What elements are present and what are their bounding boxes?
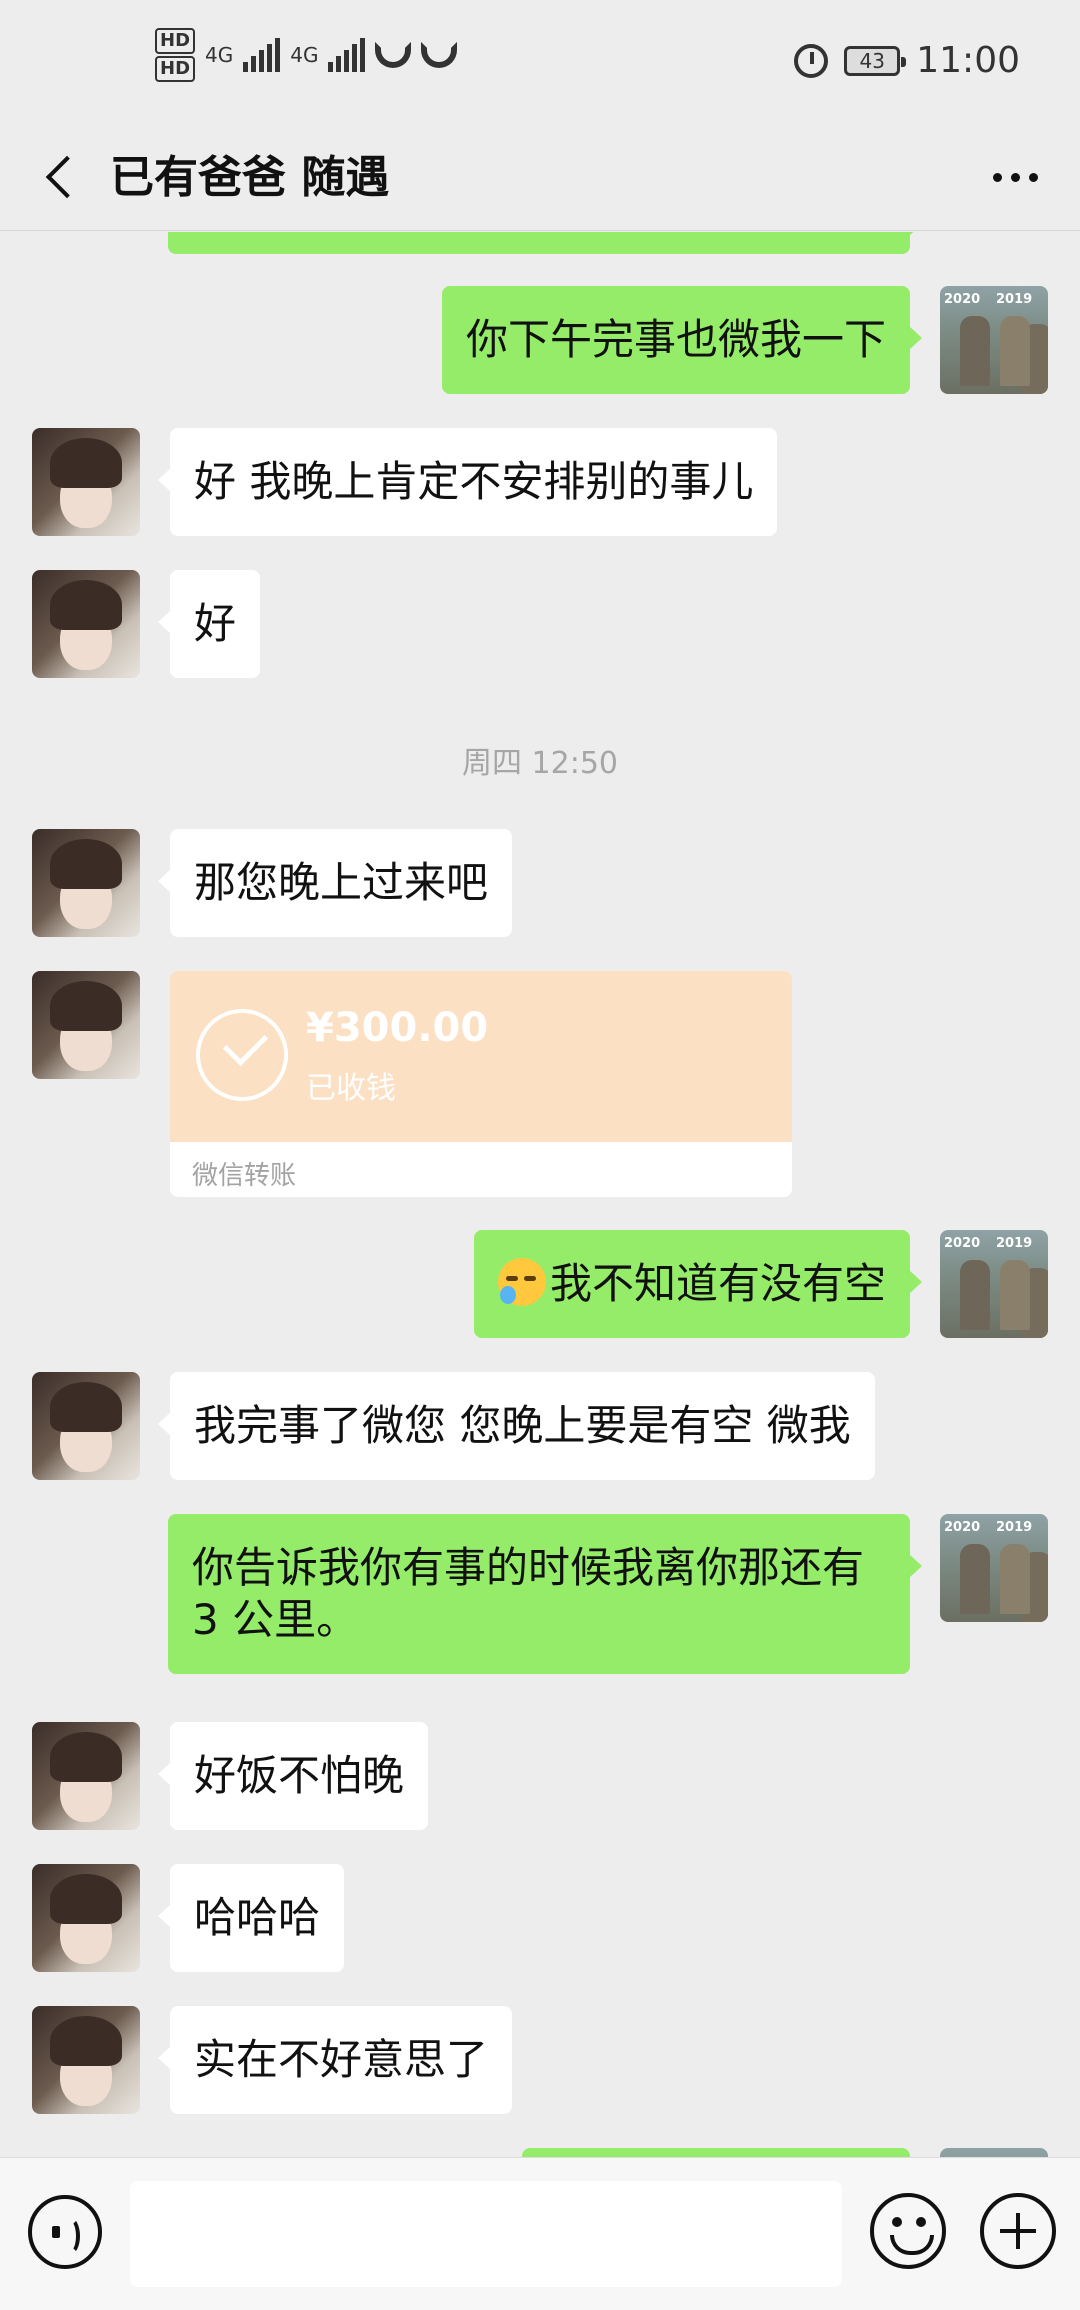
contact-avatar[interactable] (32, 2006, 140, 2114)
transfer-footer: 微信转账 (192, 1161, 297, 1191)
chat-title: 已有爸爸 随遇 (110, 152, 390, 203)
avatar-label: 2019 (996, 292, 1033, 307)
message-text: 好 我晚上肯定不安排别的事儿 (194, 457, 754, 506)
avatar-label: 2019 (996, 1236, 1033, 1251)
clock: 11:00 (916, 40, 1020, 81)
message-bubble-partial (522, 2148, 910, 2157)
transfer-status: 已收钱 (306, 1071, 396, 1106)
back-icon[interactable] (32, 147, 92, 207)
message-text: 你下午完事也微我一下 (465, 315, 886, 364)
voice-input-icon[interactable] (28, 2195, 102, 2269)
input-bar (0, 2157, 1080, 2310)
my-avatar[interactable] (940, 2148, 1048, 2157)
contact-avatar[interactable] (32, 1722, 140, 1830)
signal-icon (328, 38, 366, 72)
message-bubble[interactable]: 实在不好意思了 (157, 2006, 513, 2114)
status-left: HD HD 4G 4G (155, 28, 458, 82)
contact-avatar[interactable] (32, 570, 140, 678)
avatar-label: 2020 (944, 292, 981, 307)
emoji-icon[interactable] (870, 2193, 946, 2269)
message-bubble[interactable]: 那您晚上过来吧 (157, 829, 513, 937)
message-text: 哈哈哈 (194, 1893, 321, 1942)
network-type: 4G (290, 43, 319, 67)
hd-indicators: HD HD (155, 28, 196, 82)
avatar-label: 2020 (944, 1520, 981, 1535)
message-text: 好饭不怕晚 (194, 1751, 405, 1800)
message-bubble[interactable]: 我完事了微您 您晚上要是有空 微我 (158, 1372, 875, 1480)
message-text: 实在不好意思了 (194, 2035, 489, 2084)
message-bubble[interactable]: 你告诉我你有事的时候我离你那还有 3 公里。 (168, 1514, 922, 1674)
battery-icon: 43 (844, 45, 907, 76)
avatar-label: 2020 (944, 1236, 981, 1251)
hd-icon: HD (155, 28, 196, 54)
signal-icon (243, 38, 281, 72)
battery-level: 43 (859, 48, 885, 73)
my-avatar[interactable]: 2020 2019 (940, 1230, 1048, 1338)
message-bubble[interactable]: 好 我晚上肯定不安排别的事儿 (157, 428, 778, 536)
message-bubble[interactable]: 好 (157, 570, 261, 678)
status-bar: HD HD 4G 4G 43 11:00 (0, 0, 1080, 125)
transfer-card-body: ¥300.00 已收钱 (170, 971, 792, 1142)
message-bubble[interactable]: 好饭不怕晚 (157, 1722, 429, 1830)
chat-header: 已有爸爸 随遇 (0, 125, 1080, 231)
message-text: 好 (194, 599, 237, 648)
message-input[interactable] (130, 2181, 842, 2287)
message-timestamp: 周四 12:50 (462, 746, 618, 781)
message-text: 那您晚上过来吧 (194, 858, 489, 907)
contact-avatar[interactable] (32, 1864, 140, 1972)
message-bubble[interactable]: 我不知道有没有空 (473, 1230, 923, 1338)
more-options-icon[interactable] (980, 147, 1050, 207)
my-avatar[interactable]: 2020 2019 (940, 286, 1048, 394)
crying-laughing-emoji-icon (497, 1258, 546, 1306)
message-text: 我不知道有没有空 (549, 1259, 886, 1308)
contact-avatar[interactable] (32, 428, 140, 536)
network-type: 4G (205, 43, 234, 67)
message-bubble[interactable]: 你下午完事也微我一下 (441, 286, 923, 394)
message-list[interactable]: 2020 2019 你下午完事也微我一下 好 我晚上肯定不安排别的事儿 好 周四… (0, 232, 1080, 2157)
app-notification-icon (421, 42, 458, 68)
transfer-amount: ¥300.00 (306, 1005, 489, 1051)
message-bubble[interactable]: 哈哈哈 (157, 1864, 345, 1972)
contact-avatar[interactable] (32, 829, 140, 937)
contact-avatar[interactable] (32, 971, 140, 1079)
check-circle-icon (196, 1009, 288, 1101)
plus-icon[interactable] (980, 2193, 1056, 2269)
hd-icon: HD (155, 56, 196, 82)
avatar-label: 2019 (996, 1520, 1033, 1535)
message-bubble-partial (168, 232, 922, 254)
message-text: 你告诉我你有事的时候我离你那还有 3 公里。 (192, 1543, 865, 1644)
message-text: 我完事了微您 您晚上要是有空 微我 (194, 1401, 851, 1450)
status-right: 43 11:00 (794, 40, 1020, 81)
app-notification-icon (375, 42, 412, 68)
my-avatar[interactable]: 2020 2019 (940, 1514, 1048, 1622)
alarm-icon (794, 43, 829, 78)
transfer-card[interactable]: ¥300.00 已收钱 微信转账 (170, 971, 792, 1197)
contact-avatar[interactable] (32, 1372, 140, 1480)
